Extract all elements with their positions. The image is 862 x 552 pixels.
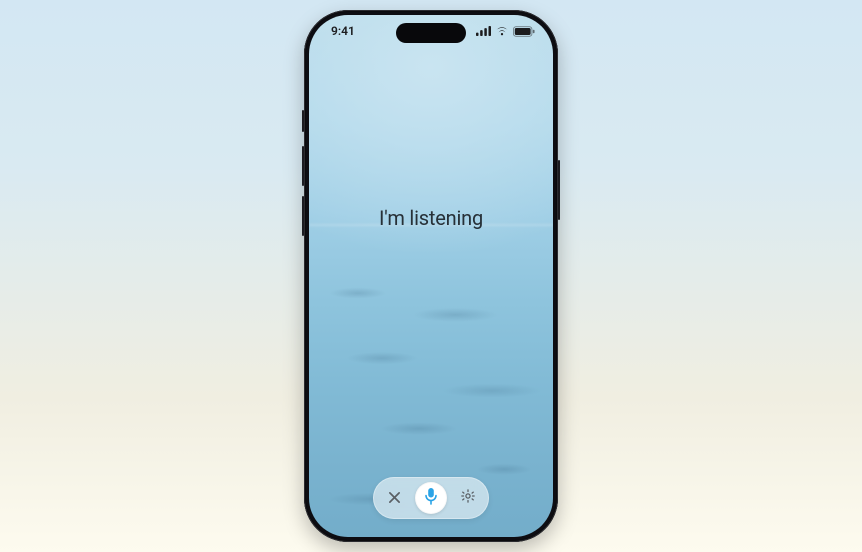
microphone-button[interactable]: [415, 482, 447, 514]
status-time: 9:41: [331, 24, 355, 38]
gear-icon: [460, 488, 476, 508]
battery-icon: [513, 26, 535, 37]
listening-prompt: I'm listening: [309, 206, 553, 230]
phone-side-button: [302, 110, 304, 132]
water-background: [309, 15, 553, 537]
voice-control-bar: [373, 477, 489, 519]
status-bar: 9:41: [309, 15, 553, 47]
close-icon: [388, 489, 401, 508]
phone-side-button: [302, 196, 304, 236]
phone-screen: 9:41 I'm listening: [309, 15, 553, 537]
microphone-icon: [424, 487, 438, 509]
status-icons: [476, 26, 535, 37]
cellular-signal-icon: [476, 26, 491, 36]
settings-button[interactable]: [457, 487, 479, 509]
phone-side-button: [558, 160, 560, 220]
phone-side-button: [302, 146, 304, 186]
phone-frame: 9:41 I'm listening: [304, 10, 558, 542]
wifi-icon: [495, 26, 509, 36]
close-button[interactable]: [383, 487, 405, 509]
